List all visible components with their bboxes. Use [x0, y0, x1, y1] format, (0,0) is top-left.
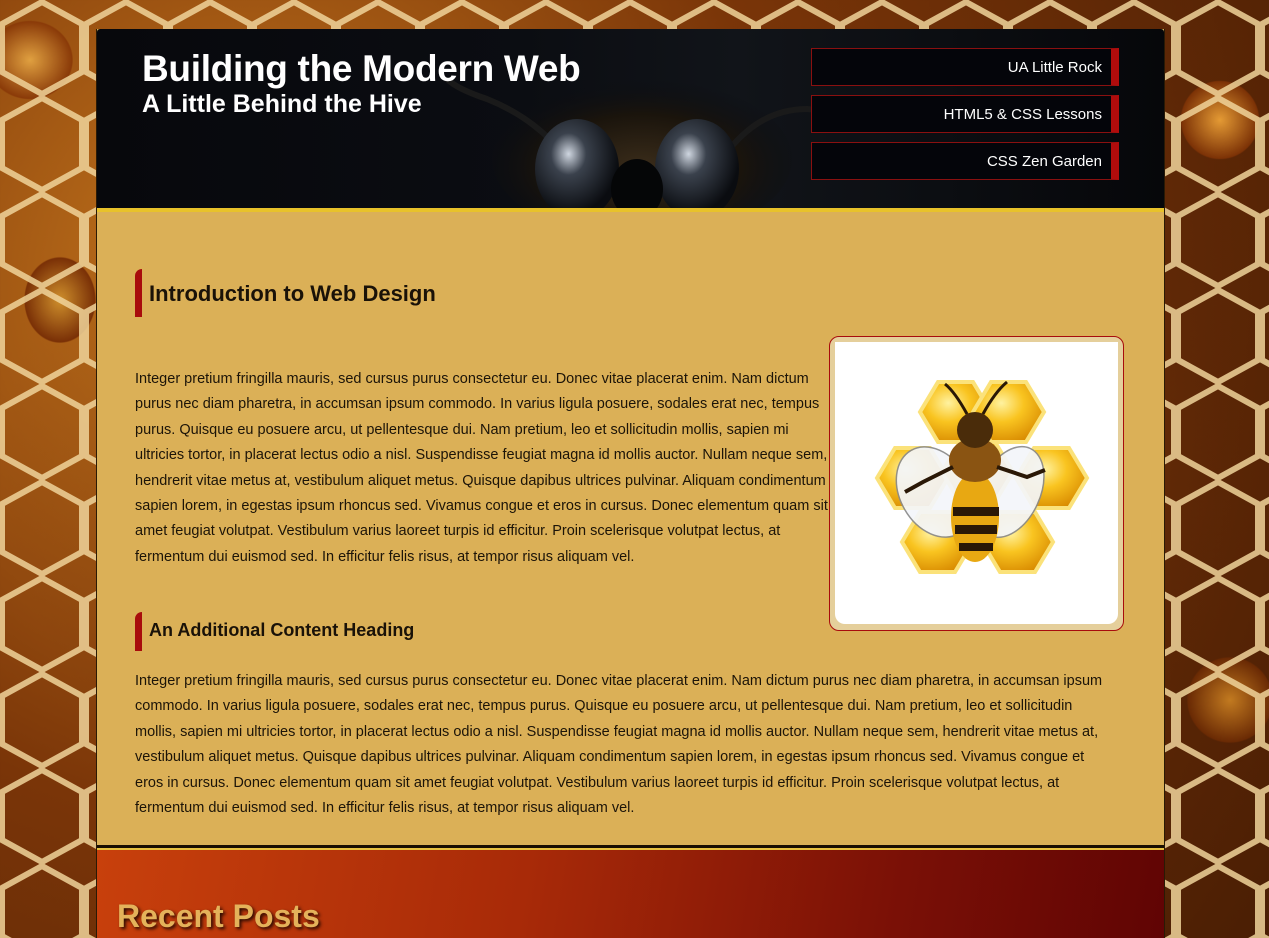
- page-container: Building the Modern Web A Little Behind …: [96, 29, 1165, 938]
- nav-item-ua-little-rock[interactable]: UA Little Rock: [811, 48, 1119, 86]
- additional-heading-block: An Additional Content Heading: [135, 612, 635, 651]
- intro-heading: Introduction to Web Design: [149, 281, 436, 306]
- site-title: Building the Modern Web: [142, 48, 581, 89]
- intro-paragraph: Integer pretium fringilla mauris, sed cu…: [135, 371, 828, 565]
- feature-image-frame: [829, 336, 1124, 631]
- recent-posts-section: Recent Posts: [97, 845, 1164, 938]
- bee-on-honeycomb-icon: [874, 380, 1090, 574]
- main-nav: UA Little Rock HTML5 & CSS Lessons CSS Z…: [811, 48, 1119, 189]
- nav-item-css-zen-garden[interactable]: CSS Zen Garden: [811, 142, 1119, 180]
- intro-heading-block: Introduction to Web Design: [135, 269, 735, 317]
- heading-accent-bar: [135, 269, 142, 317]
- recent-posts-heading: Recent Posts: [117, 898, 320, 934]
- feature-image: [835, 342, 1118, 624]
- subheading-accent-bar: [135, 612, 142, 651]
- nav-item-html5-css-lessons[interactable]: HTML5 & CSS Lessons: [811, 95, 1119, 133]
- site-header: Building the Modern Web A Little Behind …: [97, 29, 1164, 212]
- additional-heading: An Additional Content Heading: [149, 620, 415, 640]
- additional-paragraph: Integer pretium fringilla mauris, sed cu…: [135, 673, 1103, 817]
- site-subtitle: A Little Behind the Hive: [142, 90, 422, 118]
